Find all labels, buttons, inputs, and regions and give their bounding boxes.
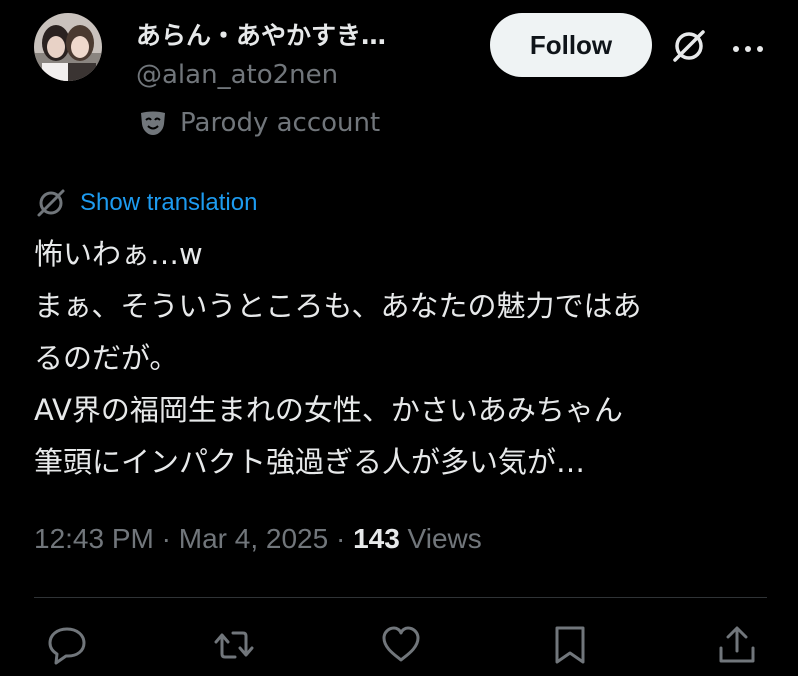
more-icon[interactable]: [730, 40, 766, 52]
tweet-line: 怖いわぁ…w: [34, 237, 203, 271]
parody-label: Parody account: [180, 108, 381, 138]
show-translation-label[interactable]: Show translation: [80, 189, 257, 217]
views-label: Views: [399, 523, 482, 554]
follow-button[interactable]: Follow: [490, 13, 652, 77]
tweet-meta: 12:43 PM · Mar 4, 2025 · 143 Views: [34, 523, 482, 555]
parody-label-row: Parody account: [138, 108, 380, 138]
tweet-text: 怖いわぁ…w まぁ、そういうところも、あなたの魅力ではあ るのだが。 AV界の福…: [34, 228, 774, 488]
meta-separator: ·: [328, 523, 354, 554]
views-count: 143: [353, 523, 400, 554]
grok-icon: [34, 186, 68, 220]
bookmark-icon[interactable]: [549, 624, 591, 666]
share-icon[interactable]: [716, 624, 758, 666]
reply-icon[interactable]: [46, 624, 88, 666]
divider: [34, 597, 767, 598]
display-name[interactable]: あらん・あやかすき…: [136, 16, 386, 52]
tweet-line: るのだが。: [34, 341, 179, 375]
show-translation-link[interactable]: Show translation: [34, 186, 257, 220]
tweet-line: まぁ、そういうところも、あなたの魅力ではあ: [34, 289, 642, 323]
heart-icon[interactable]: [380, 624, 422, 666]
meta-separator: ·: [153, 523, 179, 554]
tweet-date[interactable]: Mar 4, 2025: [179, 523, 328, 554]
user-handle[interactable]: @alan_ato2nen: [136, 60, 338, 90]
repost-icon[interactable]: [213, 624, 255, 666]
grok-icon[interactable]: [669, 26, 709, 66]
avatar[interactable]: [34, 13, 102, 81]
tweet-time[interactable]: 12:43 PM: [34, 523, 154, 554]
tweet-line: 筆頭にインパクト強過ぎる人が多い気が…: [34, 445, 586, 479]
mask-icon: [138, 108, 168, 138]
tweet-line: AV界の福岡生まれの女性、かさいあみちゃん: [34, 393, 623, 427]
